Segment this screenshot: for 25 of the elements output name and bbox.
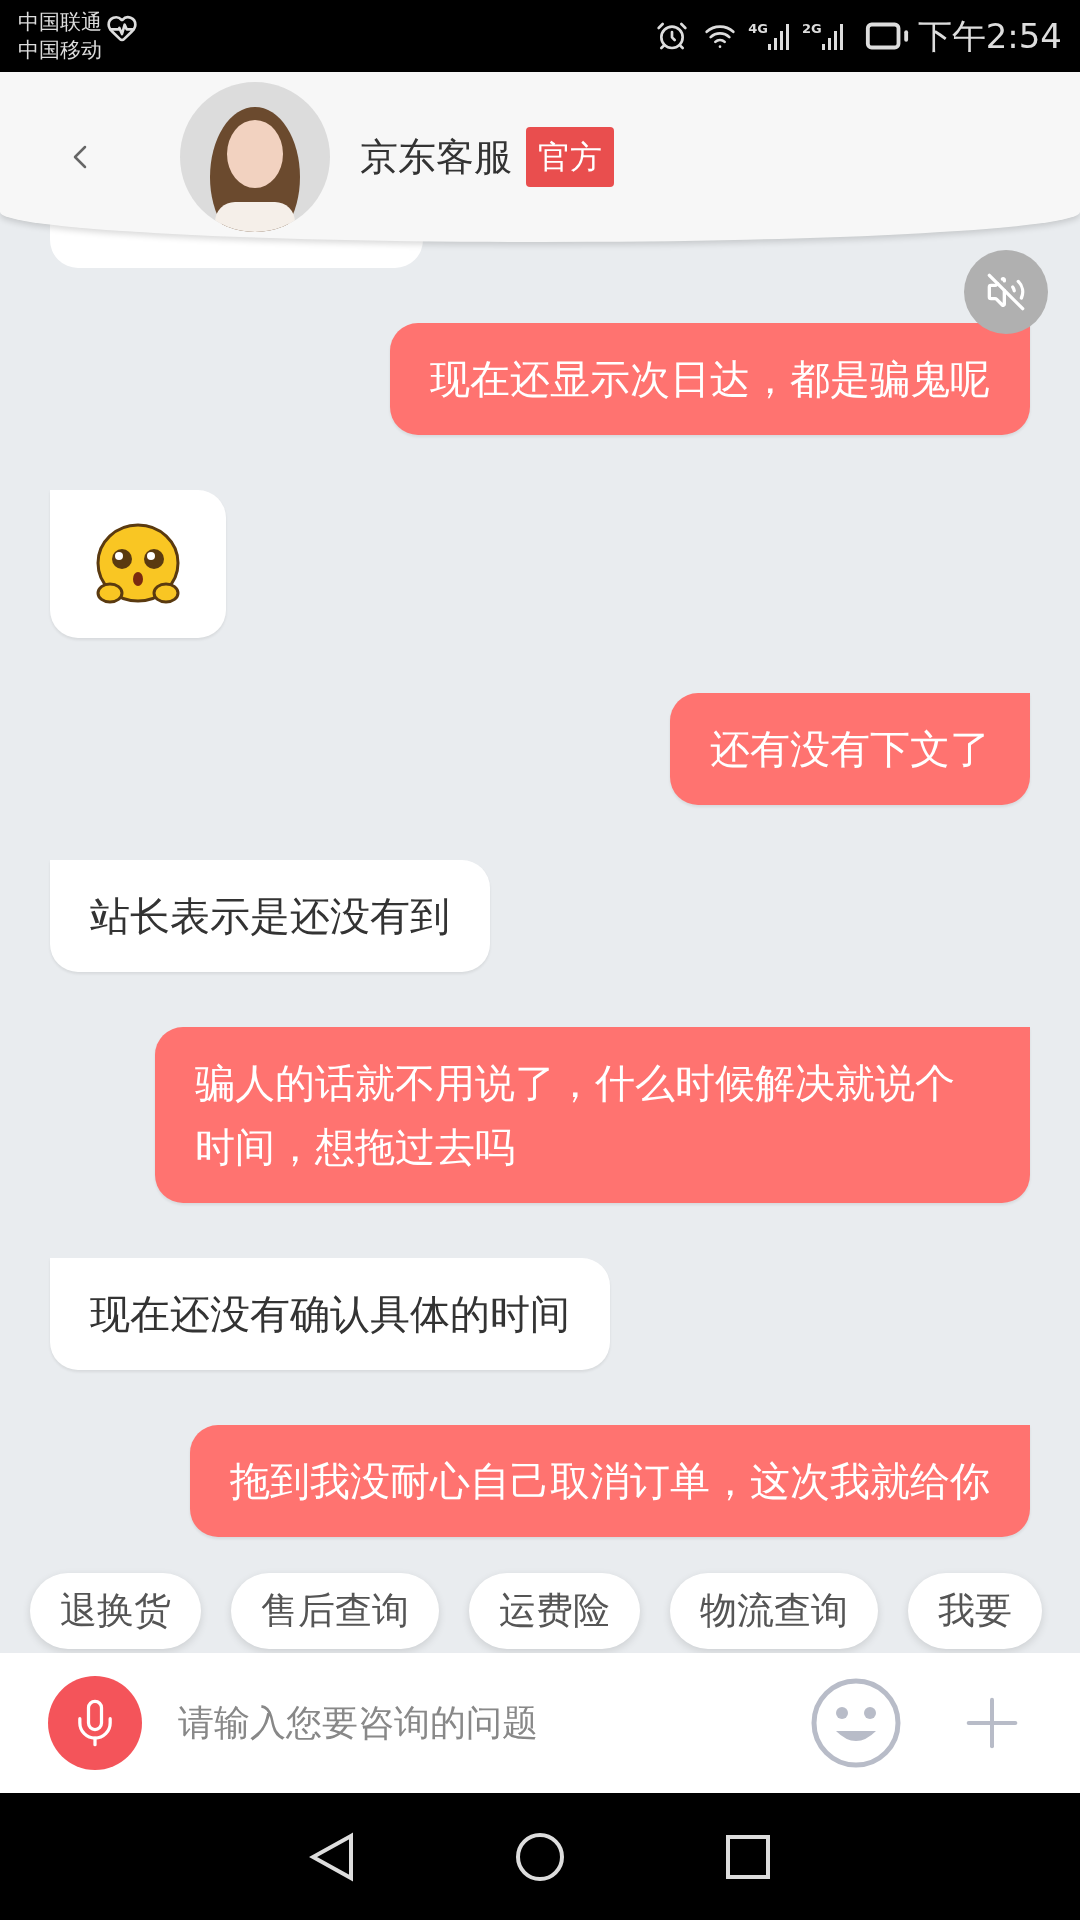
chat-title: 京东客服 xyxy=(360,133,512,181)
message-bubble: 现在还没有确认具体的时间 xyxy=(50,1258,610,1370)
quick-reply-chip[interactable]: 退换货 xyxy=(30,1573,201,1649)
message-bubble: 现在还显示次日达，都是骗鬼呢 xyxy=(390,323,1030,435)
alarm-icon xyxy=(656,20,689,52)
quick-reply-chip[interactable]: 物流查询 xyxy=(670,1573,878,1649)
quick-reply-chip[interactable]: 运费险 xyxy=(469,1573,640,1649)
message-bubble: 骗人的话就不用说了，什么时候解决就说个时间，想拖过去吗 xyxy=(155,1027,1030,1203)
message-bubble: 站长表示是还没有到 xyxy=(50,860,490,972)
network-label: 4G xyxy=(748,22,768,36)
quick-reply-chip[interactable]: 我要 xyxy=(908,1573,1042,1649)
carrier-label: 中国移动 xyxy=(18,37,102,64)
carrier-label: 中国联通 xyxy=(18,9,102,36)
recents-icon[interactable] xyxy=(725,1833,771,1880)
home-icon[interactable] xyxy=(515,1831,565,1882)
message-bubble: 还有没有下文了 xyxy=(670,693,1030,805)
clock: 下午2:54 xyxy=(917,14,1062,58)
back-icon[interactable] xyxy=(309,1831,355,1882)
quick-reply-chip[interactable]: 售后查询 xyxy=(231,1573,439,1649)
mute-icon xyxy=(986,272,1026,312)
official-badge: 官方 xyxy=(526,127,614,187)
message-bubble: 拖到我没耐心自己取消订单，这次我就给你 xyxy=(190,1425,1030,1537)
signal-icon xyxy=(767,22,790,50)
signal-icon xyxy=(821,22,844,50)
network-label: 2G xyxy=(801,22,822,36)
